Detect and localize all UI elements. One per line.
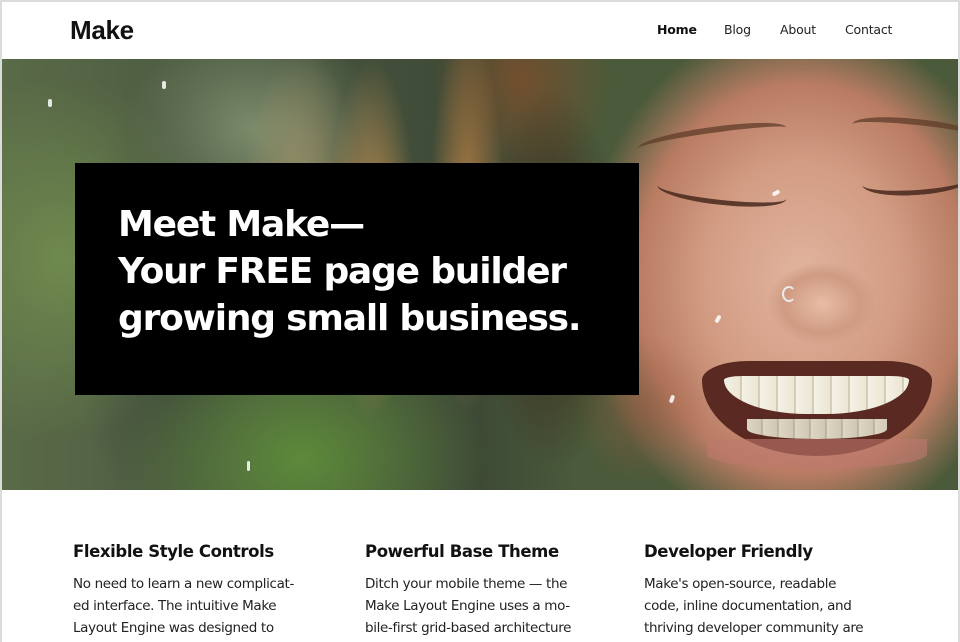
feature-powerful-base-theme: Powerful Base Theme Ditch your mobile th… xyxy=(365,542,625,639)
feature-description-line: code, inline documentation, and xyxy=(644,598,852,614)
hero-headline-box: Meet Make— Your FREE page builder growin… xyxy=(75,163,639,395)
site-header: Make Home Blog About Contact xyxy=(2,2,958,59)
feature-flexible-style-controls: Flexible Style Controls No need to learn… xyxy=(73,542,333,639)
feature-title: Developer Friendly xyxy=(644,542,813,561)
feature-title: Flexible Style Controls xyxy=(73,542,274,561)
browser-viewport: Make Home Blog About Contact Meet Make— … xyxy=(2,2,958,642)
nav-home[interactable]: Home xyxy=(657,22,697,37)
hero-headline-line-2: Your FREE page builder xyxy=(118,251,567,292)
site-logo[interactable]: Make xyxy=(70,15,134,46)
feature-description-line: Make's open-source, readable xyxy=(644,576,837,592)
hero-headline-line-1: Meet Make— xyxy=(118,204,365,245)
features-section: Flexible Style Controls No need to learn… xyxy=(2,490,958,642)
photo-lower-teeth xyxy=(747,419,887,439)
nav-contact[interactable]: Contact xyxy=(845,22,892,37)
photo-water-droplet xyxy=(48,99,52,107)
feature-developer-friendly: Developer Friendly Make's open-source, r… xyxy=(644,542,904,639)
feature-description-line: No need to learn a new complicat- xyxy=(73,576,294,592)
nav-blog[interactable]: Blog xyxy=(724,22,751,37)
feature-description-line: Layout Engine was designed to xyxy=(73,620,274,636)
feature-description-line: bile-first grid-based architecture xyxy=(365,620,572,636)
feature-description-line: ed interface. The intuitive Make xyxy=(73,598,277,614)
feature-description: Ditch your mobile theme — the Make Layou… xyxy=(365,573,625,639)
hero-headline: Meet Make— Your FREE page builder growin… xyxy=(118,201,638,342)
feature-description: Make's open-source, readable code, inlin… xyxy=(644,573,904,639)
photo-water-droplet xyxy=(247,461,250,471)
photo-lower-lip xyxy=(707,439,927,469)
hero-headline-line-3: growing small business. xyxy=(118,298,582,339)
nav-about[interactable]: About xyxy=(780,22,816,37)
photo-nose-ring xyxy=(782,286,796,302)
feature-title: Powerful Base Theme xyxy=(365,542,559,561)
feature-description-line: Make Layout Engine uses a mo- xyxy=(365,598,570,614)
feature-description: No need to learn a new complicat- ed int… xyxy=(73,573,333,639)
hero-section: Meet Make— Your FREE page builder growin… xyxy=(2,59,958,490)
feature-description-line: Ditch your mobile theme — the xyxy=(365,576,568,592)
feature-description-line: thriving developer community are xyxy=(644,620,864,636)
photo-water-droplet xyxy=(162,81,166,89)
